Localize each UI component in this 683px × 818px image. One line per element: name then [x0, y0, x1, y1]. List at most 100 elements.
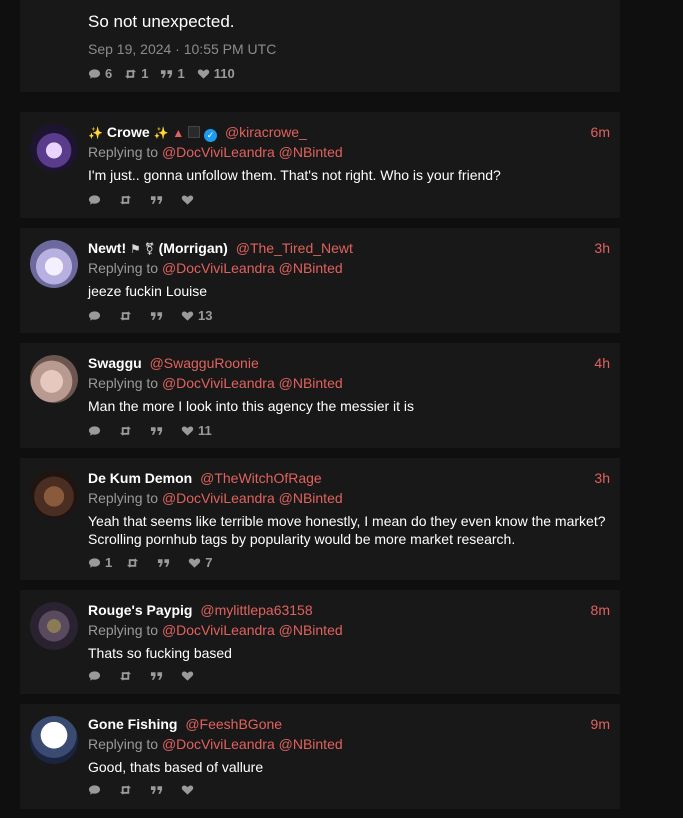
reply-button[interactable]: [88, 308, 105, 323]
replying-to: Replying to @DocViviLeandra @NBinted: [88, 260, 343, 276]
timestamp[interactable]: 3h: [594, 470, 610, 486]
mention-link[interactable]: @NBinted: [279, 144, 343, 160]
reply-actions: 13: [88, 308, 212, 323]
quote-icon: [161, 69, 173, 78]
handle[interactable]: @mylittlepa63158: [200, 602, 312, 618]
quote-button[interactable]: [150, 423, 167, 438]
avatar[interactable]: [30, 124, 78, 172]
display-name[interactable]: Gone Fishing: [88, 716, 177, 732]
bird-icon: ▲: [172, 126, 185, 140]
timestamp[interactable]: 4h: [594, 355, 610, 371]
reply-card[interactable]: De Kum Demon @TheWitchOfRage 3h Replying…: [20, 458, 620, 580]
quote-button[interactable]: [150, 784, 167, 796]
handle[interactable]: @The_Tired_Newt: [236, 240, 353, 256]
handle[interactable]: @FeeshBGone: [185, 716, 282, 732]
reply-button[interactable]: 1: [88, 555, 112, 570]
mention-link[interactable]: @DocViviLeandra: [162, 622, 275, 638]
display-name[interactable]: Newt!: [88, 240, 126, 256]
retweet-icon: [119, 310, 132, 321]
reply-header: Rouge's Paypig @mylittlepa63158 8m: [88, 602, 610, 620]
display-name[interactable]: Swaggu: [88, 355, 142, 371]
timestamp[interactable]: 6m: [591, 124, 610, 140]
quote-icon: [150, 786, 163, 794]
like-stat[interactable]: 110: [197, 66, 235, 81]
reply-stat[interactable]: 6: [88, 66, 112, 81]
timestamp[interactable]: 3h: [594, 240, 610, 256]
reply-button[interactable]: [88, 670, 105, 682]
mention-link[interactable]: @DocViviLeandra: [162, 490, 275, 506]
mention-link[interactable]: @NBinted: [279, 736, 343, 752]
sparkle-icon: ✨: [153, 126, 169, 140]
flag-icon: ⚑: [130, 242, 141, 256]
main-tweet-text: So not unexpected.: [88, 12, 235, 31]
retweet-stat[interactable]: 1: [124, 66, 148, 81]
mention-link[interactable]: @NBinted: [279, 375, 343, 391]
reply-card[interactable]: Newt! ⚑ ⚧ (Morrigan) @The_Tired_Newt 3h …: [20, 228, 620, 333]
comment-icon: [88, 195, 101, 205]
display-name[interactable]: De Kum Demon: [88, 470, 192, 486]
like-button[interactable]: 11: [181, 423, 212, 438]
like-button[interactable]: 7: [188, 555, 212, 570]
like-button[interactable]: [181, 194, 198, 206]
retweet-icon: [125, 68, 137, 79]
retweet-icon: [127, 557, 139, 568]
mention-link[interactable]: @DocViviLeandra: [162, 736, 275, 752]
reply-card[interactable]: Rouge's Paypig @mylittlepa63158 8m Reply…: [20, 590, 620, 694]
handle[interactable]: @kiracrowe_: [225, 124, 307, 140]
reply-header: ✨ Crowe ✨ ▲ ✓ @kiracrowe_ 6m: [88, 124, 610, 142]
retweet-button[interactable]: [119, 784, 136, 796]
avatar[interactable]: [30, 470, 78, 518]
quote-button[interactable]: [150, 308, 167, 323]
timeline: So not unexpected. Sep 19, 2024 · 10:55 …: [0, 0, 683, 818]
quote-button[interactable]: [150, 670, 167, 682]
replying-label: Replying to: [88, 144, 159, 160]
quote-icon: [150, 311, 163, 320]
avatar[interactable]: [30, 355, 78, 403]
reply-button[interactable]: [88, 423, 105, 438]
heart-icon: [181, 195, 194, 205]
display-name[interactable]: Crowe: [107, 124, 150, 140]
replying-to: Replying to @DocViviLeandra @NBinted: [88, 622, 343, 638]
like-button[interactable]: 13: [181, 308, 212, 323]
avatar[interactable]: [30, 716, 78, 764]
symbol-icon: ⚧: [144, 242, 155, 256]
reply-card[interactable]: Gone Fishing @FeeshBGone 9m Replying to …: [20, 704, 620, 809]
mention-link[interactable]: @NBinted: [279, 490, 343, 506]
retweet-button[interactable]: [126, 555, 143, 570]
display-name[interactable]: Rouge's Paypig: [88, 602, 192, 618]
retweet-button[interactable]: [119, 194, 136, 206]
reply-card[interactable]: Swaggu @SwagguRoonie 4h Replying to @Doc…: [20, 343, 620, 448]
like-button[interactable]: [181, 670, 198, 682]
reply-button[interactable]: [88, 784, 105, 796]
reply-header: Swaggu @SwagguRoonie 4h: [88, 355, 610, 373]
retweet-button[interactable]: [119, 308, 136, 323]
replying-label: Replying to: [88, 375, 159, 391]
reply-actions: 11: [88, 423, 212, 438]
mention-link[interactable]: @NBinted: [279, 622, 343, 638]
mention-link[interactable]: @DocViviLeandra: [162, 375, 275, 391]
quote-button[interactable]: [157, 555, 174, 570]
timestamp[interactable]: 9m: [591, 716, 610, 732]
quote-button[interactable]: [150, 194, 167, 206]
main-tweet-date[interactable]: Sep 19, 2024 · 10:55 PM UTC: [88, 41, 276, 57]
like-button[interactable]: [181, 784, 198, 796]
quote-icon: [150, 196, 163, 204]
reply-card[interactable]: ✨ Crowe ✨ ▲ ✓ @kiracrowe_ 6m Replying to…: [20, 112, 620, 218]
handle[interactable]: @SwagguRoonie: [150, 355, 259, 371]
retweet-button[interactable]: [119, 423, 136, 438]
mention-link[interactable]: @NBinted: [279, 260, 343, 276]
replying-label: Replying to: [88, 622, 159, 638]
quote-stat[interactable]: 1: [160, 66, 185, 81]
display-name-suffix: (Morrigan): [158, 240, 228, 256]
handle[interactable]: @TheWitchOfRage: [200, 470, 322, 486]
retweet-button[interactable]: [119, 670, 136, 682]
reply-text: jeeze fuckin Louise: [88, 283, 208, 299]
comment-icon: [88, 557, 101, 568]
mention-link[interactable]: @DocViviLeandra: [162, 144, 275, 160]
timestamp[interactable]: 8m: [591, 602, 610, 618]
reply-button[interactable]: [88, 194, 105, 206]
avatar[interactable]: [30, 240, 78, 288]
mention-link[interactable]: @DocViviLeandra: [162, 260, 275, 276]
square-icon: [188, 126, 201, 138]
avatar[interactable]: [30, 602, 78, 650]
